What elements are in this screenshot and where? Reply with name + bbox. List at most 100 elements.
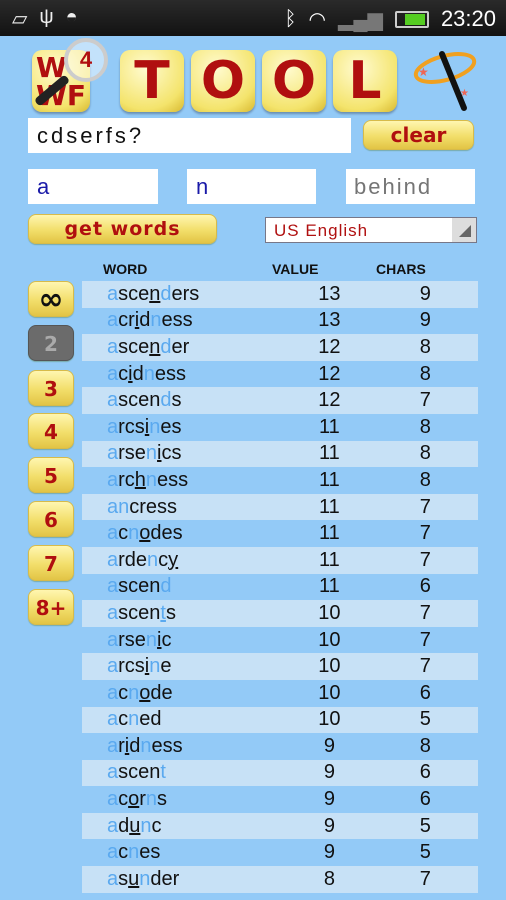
table-row[interactable]: acorns 9 6 xyxy=(82,786,478,813)
word-letter: e xyxy=(157,468,169,491)
word-letter: a xyxy=(107,841,119,864)
word-letter: e xyxy=(171,282,183,305)
value-cell: 11 xyxy=(319,442,340,465)
table-row[interactable]: acnes 9 5 xyxy=(82,839,478,866)
magnifier-icon: 4 xyxy=(64,38,108,82)
word-letter: c xyxy=(128,282,139,305)
length-button[interactable]: 5 xyxy=(28,457,74,493)
word-letter: c xyxy=(118,309,129,332)
word-cell: acorns xyxy=(82,788,286,811)
table-row[interactable]: acnode 10 6 xyxy=(82,680,478,707)
word-list: ascenders 13 9 acridness 13 9 ascender 12 8 acidn… xyxy=(82,281,478,893)
word-letter: a xyxy=(107,495,119,518)
word-letter: n xyxy=(139,867,151,890)
word-letter: s xyxy=(157,788,168,811)
length-button[interactable]: 4 xyxy=(28,413,74,449)
word-letter: s xyxy=(118,335,129,358)
word-cell: ancress xyxy=(82,496,286,519)
column-header-value: VALUE xyxy=(272,261,319,277)
clear-button[interactable]: clear xyxy=(363,120,474,150)
chars-cell: 8 xyxy=(419,362,431,385)
table-row[interactable]: archness 11 8 xyxy=(82,467,478,494)
length-button[interactable]: 8+ xyxy=(28,589,74,625)
word-cell: arcsine xyxy=(82,655,286,678)
table-row[interactable]: asunder 8 7 xyxy=(82,866,478,893)
value-cell: 10 xyxy=(318,708,341,731)
word-letter: e xyxy=(134,628,146,651)
word-letter: d xyxy=(150,708,162,731)
table-row[interactable]: ascenders 13 9 xyxy=(82,281,478,308)
word-letter: s xyxy=(167,495,178,518)
length-button[interactable]: 7 xyxy=(28,545,74,581)
bluetooth-icon: ᛒ xyxy=(284,7,297,30)
table-row[interactable]: arcsine 10 7 xyxy=(82,653,478,680)
table-row[interactable]: arcsines 11 8 xyxy=(82,414,478,441)
table-row[interactable]: ascender 12 8 xyxy=(82,334,478,361)
word-letter: r xyxy=(139,495,146,518)
word-letter: n xyxy=(128,841,140,864)
usb-icon: ψ xyxy=(39,6,54,28)
word-cell: archness xyxy=(82,469,286,492)
word-letter: e xyxy=(160,655,172,678)
word-letter: n xyxy=(145,468,158,491)
word-letter: y xyxy=(168,548,179,571)
length-button[interactable]: 6 xyxy=(28,501,74,537)
chars-cell: 7 xyxy=(419,495,431,518)
word-letter: s xyxy=(150,841,161,864)
get-words-button[interactable]: get words xyxy=(28,214,217,244)
chars-cell: 5 xyxy=(419,841,431,864)
word-letter: a xyxy=(107,814,119,837)
word-letter: c xyxy=(118,362,129,385)
table-row[interactable]: ancress 11 7 xyxy=(82,493,478,521)
value-cell: 9 xyxy=(323,841,335,864)
table-row[interactable]: arsenics 11 8 xyxy=(82,440,478,468)
word-letter: o xyxy=(139,681,151,704)
length-button[interactable]: ∞ xyxy=(28,281,74,317)
table-row[interactable]: acridness 13 9 xyxy=(82,308,478,335)
word-letter: c xyxy=(161,442,172,465)
word-letter: r xyxy=(118,468,125,491)
language-value: US English xyxy=(274,221,369,240)
table-row[interactable]: acnodes 11 7 xyxy=(82,520,478,547)
signal-no-sim-icon: ▂▄▆ xyxy=(338,8,383,31)
word-letter: c xyxy=(128,761,139,784)
letters-input[interactable] xyxy=(28,118,351,153)
word-letter: a xyxy=(107,522,119,545)
word-letter: a xyxy=(107,575,119,598)
word-letter: s xyxy=(168,468,179,491)
table-row[interactable]: ascent 9 6 xyxy=(82,759,478,787)
length-button[interactable]: 2 xyxy=(28,325,74,361)
table-row[interactable]: arsenic 10 7 xyxy=(82,627,478,654)
value-cell: 12 xyxy=(318,362,341,385)
value-cell: 8 xyxy=(323,867,335,890)
svg-text:★: ★ xyxy=(418,65,429,79)
word-letter: c xyxy=(158,548,169,571)
table-row[interactable]: adunc 9 5 xyxy=(82,812,478,840)
length-button[interactable]: 3 xyxy=(28,370,74,406)
table-row[interactable]: ascend 11 6 xyxy=(82,574,478,601)
word-letter: c xyxy=(151,814,162,837)
contains-input[interactable] xyxy=(187,169,316,204)
word-letter: a xyxy=(107,628,119,651)
word-letter: e xyxy=(154,362,166,385)
table-row[interactable]: ardency 11 7 xyxy=(82,546,478,574)
word-letter: s xyxy=(124,442,135,465)
value-cell: 9 xyxy=(323,814,335,837)
table-row[interactable]: acidness 12 8 xyxy=(82,361,478,388)
table-row[interactable]: acned 10 5 xyxy=(82,706,478,734)
language-select[interactable]: US English xyxy=(265,217,477,243)
behind-input[interactable] xyxy=(346,169,475,204)
table-row[interactable]: ascents 10 7 xyxy=(82,600,478,627)
word-letter: a xyxy=(107,389,119,412)
starts-with-input[interactable] xyxy=(28,169,158,204)
word-letter: s xyxy=(124,628,135,651)
word-letter: a xyxy=(107,761,119,784)
table-row[interactable]: ascends 12 7 xyxy=(82,387,478,414)
table-row[interactable]: aridness 9 8 xyxy=(82,733,478,760)
word-letter: s xyxy=(182,309,193,332)
word-letter: r xyxy=(118,734,125,757)
chars-cell: 7 xyxy=(419,655,431,678)
word-letter: a xyxy=(107,601,119,624)
word-letter: c xyxy=(124,655,135,678)
word-letter: d xyxy=(139,309,151,332)
